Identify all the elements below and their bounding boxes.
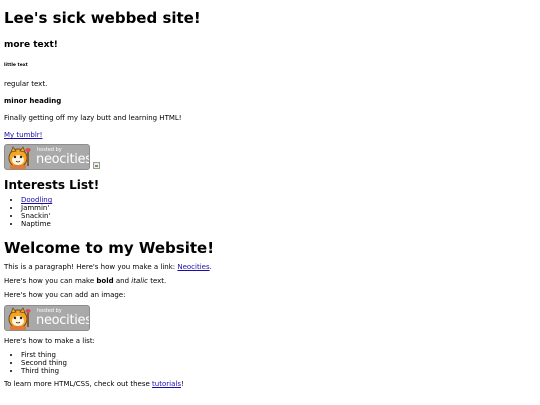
- neocities-cat-icon: [8, 307, 31, 330]
- tutorials-link[interactable]: tutorials: [152, 380, 181, 388]
- list-item: Snackin': [21, 212, 536, 220]
- list-item: Jammin': [21, 204, 536, 212]
- list-paragraph: Here's how to make a list:: [4, 337, 95, 345]
- neocities-badge-2[interactable]: hosted by neocities: [4, 305, 90, 331]
- interests-heading: Interests List!: [4, 178, 100, 192]
- list-item: Third thing: [21, 367, 536, 375]
- badge-brand: neocities: [36, 313, 90, 328]
- interests-list: Doodling Jammin' Snackin' Naptime: [4, 196, 536, 228]
- image-paragraph: Here's how you can add an image:: [4, 291, 126, 299]
- para5-text: To learn more HTML/CSS, check out these: [4, 380, 153, 388]
- minor-heading: minor heading: [4, 97, 62, 105]
- list-item: Doodling: [21, 196, 536, 204]
- link-paragraph: This is a paragraph! Here's how you make…: [4, 263, 536, 272]
- badge-row: hosted by neocities: [4, 144, 536, 170]
- tumblr-link[interactable]: My tumblr!: [4, 131, 42, 139]
- list-item: Naptime: [21, 220, 536, 228]
- neocities-badge[interactable]: hosted by neocities: [4, 144, 90, 170]
- badge-row-2: hosted by neocities: [4, 305, 536, 331]
- bold-text: bold: [96, 277, 114, 285]
- para2-text: Here's how you can make: [4, 277, 97, 285]
- badge-brand: neocities: [36, 152, 90, 167]
- format-paragraph: Here's how you can make bold and italic …: [4, 277, 536, 286]
- doodling-link[interactable]: Doodling: [21, 196, 52, 204]
- broken-image-icon: [93, 162, 100, 169]
- para1-text: This is a paragraph! Here's how you make…: [4, 263, 178, 271]
- welcome-heading: Welcome to my Website!: [4, 239, 215, 257]
- tumblr-paragraph: My tumblr!: [4, 131, 536, 140]
- site-title: Lee's sick webbed site!: [4, 9, 201, 27]
- list-item: First thing: [21, 351, 536, 359]
- para2-end: text.: [147, 277, 167, 285]
- regular-text: regular text.: [4, 80, 48, 88]
- tutorials-paragraph: To learn more HTML/CSS, check out these …: [4, 380, 536, 389]
- italic-text: italic: [131, 277, 148, 285]
- list-item: Second thing: [21, 359, 536, 367]
- para5-end: !: [180, 380, 184, 388]
- neocities-link[interactable]: Neocities: [177, 263, 209, 271]
- neocities-cat-icon: [8, 146, 31, 169]
- little-text-heading: little text: [4, 63, 28, 68]
- para1-end: .: [209, 263, 212, 271]
- things-list: First thing Second thing Third thing: [4, 351, 536, 375]
- more-text-heading: more text!: [4, 40, 58, 50]
- para2-mid: and: [113, 277, 132, 285]
- page-body: Lee's sick webbed site! more text! littl…: [0, 9, 540, 389]
- lazy-text: Finally getting off my lazy butt and lea…: [4, 114, 182, 122]
